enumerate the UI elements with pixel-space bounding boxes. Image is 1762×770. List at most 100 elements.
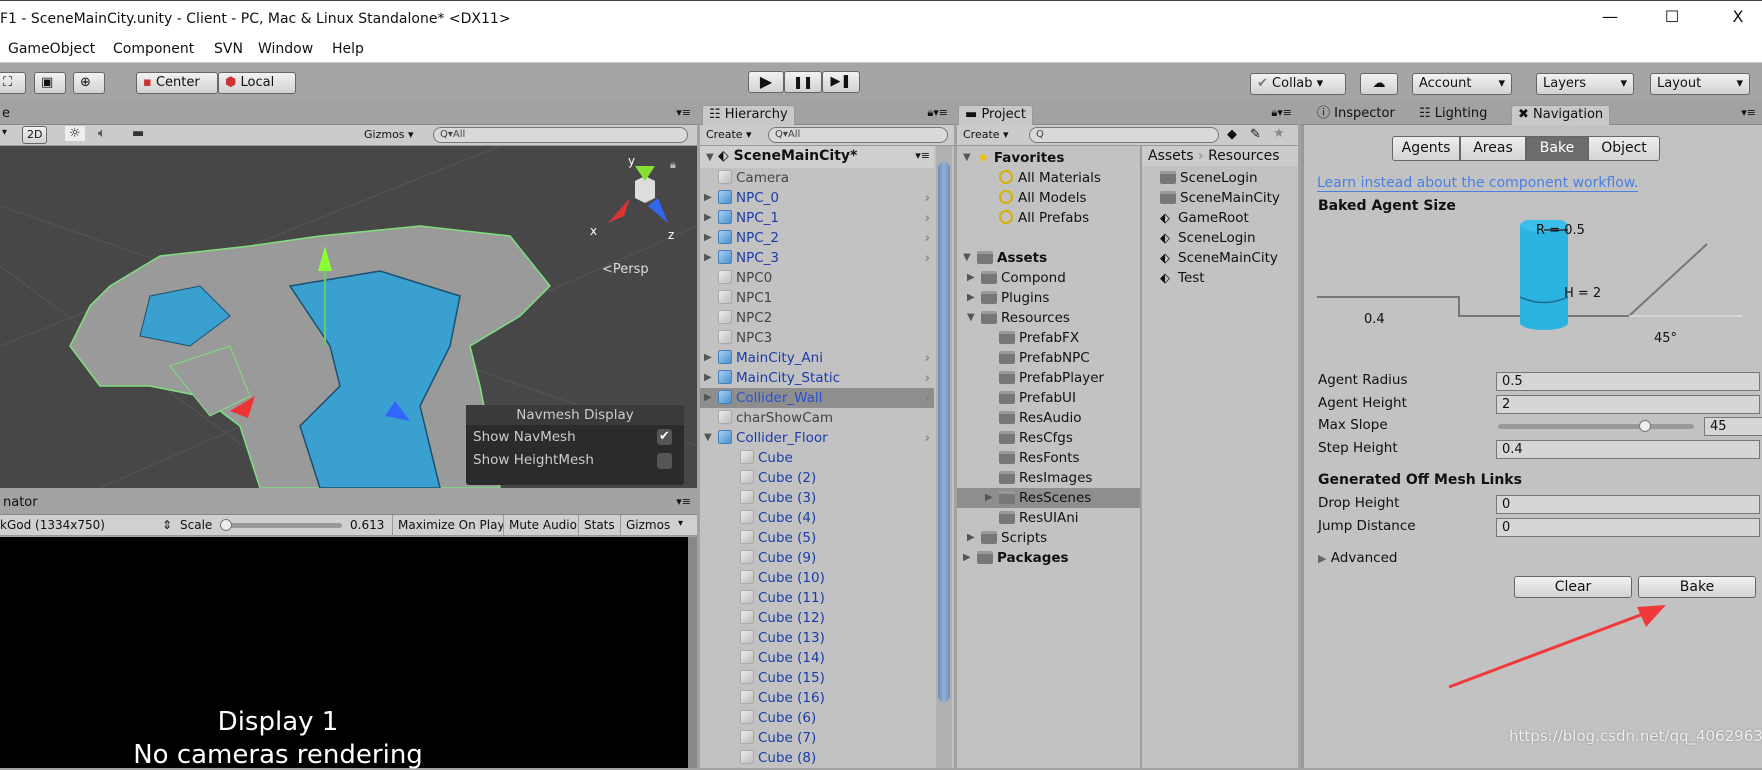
expand-triangle-icon[interactable]: ▶: [704, 208, 716, 228]
nav-tab-bake[interactable]: Bake: [1526, 136, 1588, 161]
expand-triangle-icon[interactable]: ▶: [985, 488, 997, 508]
hierarchy-item[interactable]: ▶ Collider_Wall ›: [700, 388, 934, 408]
project-tree-item[interactable]: ▼ Resources: [957, 308, 1140, 328]
tab-inspector[interactable]: ⓘ Inspector: [1311, 105, 1401, 125]
hierarchy-item[interactable]: Cube (15): [700, 668, 934, 688]
tab-scene[interactable]: e: [0, 105, 16, 125]
expand-triangle-icon[interactable]: ▶: [704, 348, 716, 368]
2d-toggle[interactable]: 2D: [22, 126, 48, 144]
value-field[interactable]: 0: [1496, 517, 1760, 537]
chevron-right-icon[interactable]: ›: [925, 228, 930, 248]
tab-project[interactable]: ▬ Project: [958, 105, 1033, 125]
audio-toggle-icon[interactable]: 🔈︎: [98, 126, 106, 141]
hierarchy-item[interactable]: ▶ MainCity_Ani ›: [700, 348, 934, 368]
maximize-on-play-toggle[interactable]: Maximize On Play: [392, 515, 510, 536]
shading-dropdown[interactable]: ▾: [2, 127, 7, 138]
filter-type-icon[interactable]: ◆: [1227, 127, 1237, 142]
hierarchy-item[interactable]: Cube: [700, 448, 934, 468]
project-tree-item[interactable]: ▶ Compond: [957, 268, 1140, 288]
transform-tool-button[interactable]: ⊕: [73, 72, 105, 94]
value-field[interactable]: 0.4: [1496, 439, 1760, 459]
project-create-dropdown[interactable]: Create ▾: [963, 128, 1009, 141]
project-tree-item[interactable]: PrefabUI: [957, 388, 1140, 408]
project-tree-item[interactable]: ResAudio: [957, 408, 1140, 428]
favorite-star-icon[interactable]: ★: [1273, 126, 1285, 141]
project-tree-item[interactable]: ▶ Scripts: [957, 528, 1140, 548]
menu-help[interactable]: Help: [332, 41, 364, 57]
project-tree-item[interactable]: ResCfgs: [957, 428, 1140, 448]
game-gizmos-dropdown[interactable]: Gizmos: [620, 515, 675, 536]
chevron-right-icon[interactable]: ›: [925, 368, 930, 388]
chevron-right-icon[interactable]: ›: [925, 188, 930, 208]
hierarchy-item[interactable]: ▶ NPC_1 ›: [700, 208, 934, 228]
show-navmesh-checkbox[interactable]: ✔: [657, 429, 672, 445]
project-file-item[interactable]: ⬖ SceneLogin: [1142, 228, 1298, 248]
hierarchy-create-dropdown[interactable]: Create ▾: [706, 128, 752, 141]
play-button[interactable]: ▶: [748, 71, 784, 93]
project-tree-item[interactable]: ▶ ResScenes: [957, 488, 1140, 508]
expand-triangle-icon[interactable]: ▶: [704, 388, 716, 408]
effects-toggle-icon[interactable]: ▬: [132, 126, 144, 141]
chevron-down-icon[interactable]: ▾: [678, 518, 683, 529]
hierarchy-item[interactable]: ▼ Collider_Floor ›: [700, 428, 934, 448]
stats-toggle[interactable]: Stats: [578, 515, 620, 536]
project-tree-item[interactable]: PrefabPlayer: [957, 368, 1140, 388]
hierarchy-item[interactable]: NPC1: [700, 288, 934, 308]
project-tree-item[interactable]: ▼ ★ Favorites: [957, 148, 1140, 168]
expand-triangle-icon[interactable]: ▼: [963, 148, 975, 168]
nav-tab-agents[interactable]: Agents: [1392, 136, 1460, 161]
value-field[interactable]: 2: [1496, 394, 1760, 414]
expand-triangle-icon[interactable]: ▼: [704, 428, 716, 448]
project-tree-item[interactable]: All Models: [957, 188, 1140, 208]
chevron-right-icon[interactable]: ›: [925, 428, 930, 448]
show-heightmesh-checkbox[interactable]: [657, 453, 672, 469]
layout-dropdown[interactable]: Layout ▾: [1650, 73, 1750, 95]
project-file-item[interactable]: ⬖ Test: [1142, 268, 1298, 288]
hierarchy-item[interactable]: Cube (16): [700, 688, 934, 708]
project-tree-item[interactable]: ▶ Plugins: [957, 288, 1140, 308]
rect-transform-button[interactable]: ▣: [34, 72, 66, 94]
hierarchy-item[interactable]: Cube (5): [700, 528, 934, 548]
project-tree-item[interactable]: All Prefabs: [957, 208, 1140, 228]
component-workflow-link[interactable]: Learn instead about the component workfl…: [1317, 175, 1639, 192]
hierarchy-item[interactable]: ▶ NPC_2 ›: [700, 228, 934, 248]
hierarchy-item[interactable]: ▶ MainCity_Static ›: [700, 368, 934, 388]
hierarchy-item[interactable]: Cube (6): [700, 708, 934, 728]
gizmos-dropdown[interactable]: Gizmos ▾: [364, 128, 414, 141]
expand-triangle-icon[interactable]: ▶: [967, 268, 979, 288]
project-tree-item[interactable]: ResFonts: [957, 448, 1140, 468]
project-file-item[interactable]: ⬖ SceneMainCity: [1142, 248, 1298, 268]
hierarchy-item[interactable]: Cube (4): [700, 508, 934, 528]
scene-view[interactable]: y x z <Persp 🔒︎ Navmesh Display Show Nav…: [0, 146, 697, 488]
breadcrumb-assets[interactable]: Assets: [1148, 148, 1194, 164]
project-tree-item[interactable]: All Materials: [957, 168, 1140, 188]
hierarchy-item[interactable]: charShowCam: [700, 408, 934, 428]
step-button[interactable]: ▶❚: [822, 71, 860, 93]
hierarchy-item[interactable]: Cube (9): [700, 548, 934, 568]
chevron-right-icon[interactable]: ›: [925, 388, 930, 408]
expand-triangle-icon[interactable]: ▼: [963, 248, 975, 268]
expand-triangle-icon[interactable]: ▶: [704, 228, 716, 248]
value-field[interactable]: 0: [1496, 495, 1760, 514]
chevron-right-icon[interactable]: ›: [925, 208, 930, 228]
hierarchy-item[interactable]: Cube (14): [700, 648, 934, 668]
scale-slider[interactable]: [220, 519, 342, 531]
menu-component[interactable]: Component: [113, 41, 194, 57]
filter-label-icon[interactable]: ✎: [1250, 127, 1261, 142]
hierarchy-scrollbar[interactable]: [936, 146, 952, 768]
hierarchy-item[interactable]: Cube (3): [700, 488, 934, 508]
project-tree-item[interactable]: ▶ Packages: [957, 548, 1140, 568]
mute-audio-toggle[interactable]: Mute Audio: [503, 515, 582, 536]
lock-icon[interactable]: 🔒︎: [670, 158, 676, 172]
tab-animator[interactable]: nator: [0, 494, 44, 514]
hierarchy-item[interactable]: Cube (13): [700, 628, 934, 648]
project-tree-item[interactable]: ▼ Assets: [957, 248, 1140, 268]
expand-triangle-icon[interactable]: ▼: [706, 148, 718, 168]
nav-tab-areas[interactable]: Areas: [1460, 136, 1526, 161]
hierarchy-item[interactable]: NPC0: [700, 268, 934, 288]
menu-gameobject[interactable]: GameObject: [8, 41, 95, 57]
panel-menu-icon[interactable]: ▾≡: [676, 106, 691, 119]
scene-menu-icon[interactable]: ▾≡: [915, 146, 930, 166]
layers-dropdown[interactable]: Layers ▾: [1536, 73, 1634, 95]
project-tree-item[interactable]: ResUIAni: [957, 508, 1140, 528]
